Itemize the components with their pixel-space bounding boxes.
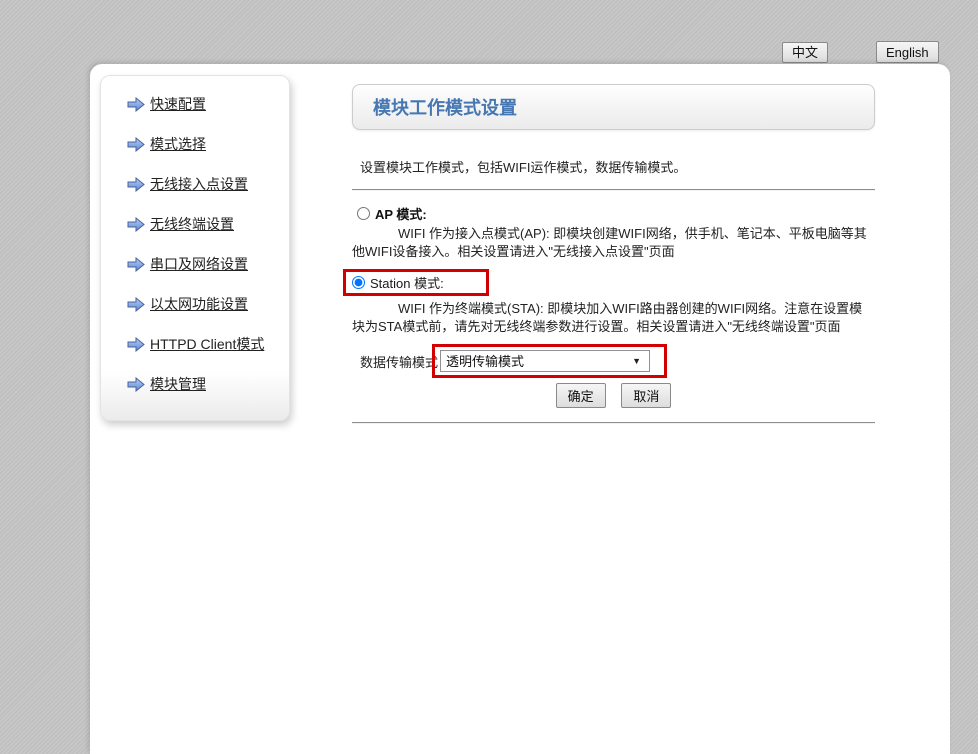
sidebar-item-wireless-sta[interactable]: 无线终端设置 — [101, 204, 289, 244]
main-content: 模块工作模式设置 设置模块工作模式，包括WIFI运作模式，数据传输模式。 AP … — [352, 84, 875, 436]
page-description: 设置模块工作模式，包括WIFI运作模式，数据传输模式。 — [360, 157, 875, 176]
right-arrow-icon — [127, 257, 145, 272]
right-arrow-icon — [127, 297, 145, 312]
transmission-mode-row: 数据传输模式 透明传输模式 ▼ — [360, 344, 875, 378]
divider — [352, 422, 875, 424]
sidebar-item-serial-network[interactable]: 串口及网络设置 — [101, 244, 289, 284]
right-arrow-icon — [127, 177, 145, 192]
station-mode-row: Station 模式: — [352, 265, 875, 298]
sidebar-item-wireless-ap[interactable]: 无线接入点设置 — [101, 164, 289, 204]
sidebar-item-label[interactable]: 无线终端设置 — [150, 214, 234, 234]
station-mode-description: WIFI 作为终端模式(STA): 即模块加入WIFI路由器创建的WIFI网络。… — [352, 300, 875, 336]
transmission-mode-select[interactable]: 透明传输模式 — [440, 350, 650, 372]
sidebar-item-httpd-client[interactable]: HTTPD Client模式 — [101, 324, 289, 364]
sidebar-item-ethernet[interactable]: 以太网功能设置 — [101, 284, 289, 324]
cancel-button[interactable]: 取消 — [621, 383, 671, 408]
sidebar-item-label[interactable]: 快速配置 — [150, 94, 206, 114]
ap-mode-description: WIFI 作为接入点模式(AP): 即模块创建WIFI网络，供手机、笔记本、平板… — [352, 225, 875, 261]
language-english-button[interactable]: English — [876, 41, 939, 63]
transmission-mode-label: 数据传输模式 — [360, 352, 438, 371]
page-title-bar: 模块工作模式设置 — [352, 84, 875, 130]
page-background: { "lang_toolbar": { "chinese_label": "中文… — [0, 0, 978, 754]
sidebar-item-mode-select[interactable]: 模式选择 — [101, 124, 289, 164]
sidebar-nav: 快速配置 模式选择 无线接入点设置 无线终端设置 串口及网络设置 以太网功能设置… — [100, 75, 290, 421]
right-arrow-icon — [127, 337, 145, 352]
sidebar-item-label[interactable]: 模式选择 — [150, 134, 206, 154]
action-buttons-row: 确定 取消 — [352, 383, 875, 408]
divider — [352, 189, 875, 191]
ap-mode-label[interactable]: AP 模式: — [375, 204, 427, 223]
ap-mode-radio[interactable] — [357, 207, 370, 220]
language-chinese-button[interactable]: 中文 — [782, 42, 828, 63]
sidebar-item-label[interactable]: 无线接入点设置 — [150, 174, 248, 194]
station-mode-radio[interactable] — [352, 276, 365, 289]
right-arrow-icon — [127, 377, 145, 392]
transmission-select-wrap: 透明传输模式 ▼ — [440, 350, 650, 372]
sidebar-item-label[interactable]: 以太网功能设置 — [150, 294, 248, 314]
sidebar-item-quick-config[interactable]: 快速配置 — [101, 84, 289, 124]
sidebar-item-label[interactable]: 模块管理 — [150, 374, 206, 394]
station-mode-label[interactable]: Station 模式: — [370, 273, 444, 292]
ap-mode-row: AP 模式: — [357, 203, 875, 223]
sidebar-item-module-mgmt[interactable]: 模块管理 — [101, 364, 289, 404]
right-arrow-icon — [127, 97, 145, 112]
right-arrow-icon — [127, 217, 145, 232]
page-title: 模块工作模式设置 — [373, 94, 517, 120]
right-arrow-icon — [127, 137, 145, 152]
sidebar-item-label[interactable]: 串口及网络设置 — [150, 254, 248, 274]
station-mode-annotation-box: Station 模式: — [343, 269, 489, 296]
ok-button[interactable]: 确定 — [556, 383, 606, 408]
sidebar-item-label[interactable]: HTTPD Client模式 — [150, 334, 264, 354]
content-panel: 快速配置 模式选择 无线接入点设置 无线终端设置 串口及网络设置 以太网功能设置… — [90, 64, 950, 754]
transmission-annotation-box: 透明传输模式 ▼ — [432, 344, 667, 378]
